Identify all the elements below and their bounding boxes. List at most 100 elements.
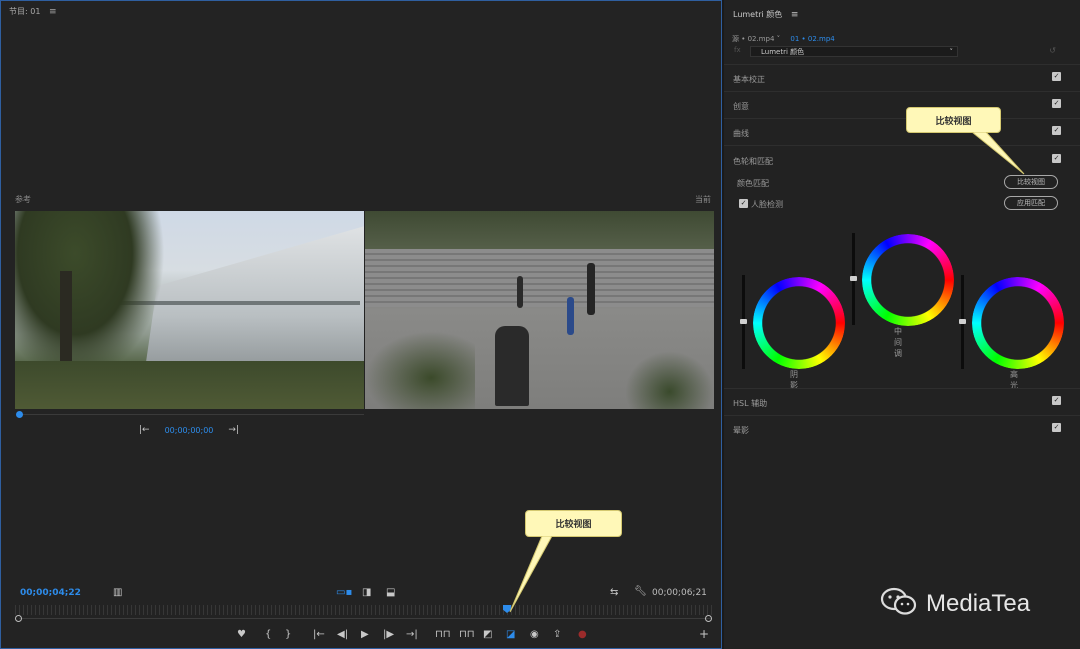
section-label: 基本校正 xyxy=(733,75,765,84)
section-checkbox[interactable]: ✓ xyxy=(1052,72,1061,81)
section-label: 创意 xyxy=(733,102,749,111)
preset-value: Lumetri 颜色 xyxy=(761,48,805,56)
current-frame xyxy=(365,211,714,409)
horizontal-split-icon[interactable]: ⬓ xyxy=(386,588,395,598)
section-checkbox[interactable]: ✓ xyxy=(1052,99,1061,108)
midtones-color-wheel[interactable] xyxy=(862,234,954,326)
chevron-down-icon[interactable]: ˅ xyxy=(777,35,781,43)
program-monitor-title[interactable]: 节目: 01 ≡ xyxy=(9,6,57,17)
chevron-down-icon: ˅ xyxy=(949,48,954,56)
midtones-slider-knob[interactable] xyxy=(850,276,857,281)
section-vignette[interactable]: 晕影 ✓ xyxy=(724,415,1080,442)
midtones-label: 中间调 xyxy=(894,327,902,358)
side-by-side-icon[interactable]: ▭▪ xyxy=(336,588,352,598)
section-color-wheels-match: 色轮和匹配 ✓ 颜色匹配 比较视图 ✓ 人脸检测 应用匹配 阴影 中间调 高光 xyxy=(724,145,1080,390)
lumetri-panel-title[interactable]: Lumetri 颜色 ≡ xyxy=(733,9,798,20)
child xyxy=(567,297,574,335)
person xyxy=(517,276,523,308)
go-to-in-icon[interactable]: |← xyxy=(139,425,150,435)
face-detection-checkbox[interactable]: ✓ xyxy=(739,199,748,208)
tree-canopy xyxy=(15,211,165,381)
step-back-icon[interactable]: ◀| xyxy=(337,630,348,640)
face-detection-label: 人脸检测 xyxy=(751,200,783,209)
hamburger-icon[interactable]: ≡ xyxy=(49,7,57,17)
reference-frame xyxy=(15,211,364,409)
overwrite-icon[interactable]: ⊓⊓ xyxy=(459,630,475,640)
highlights-slider-knob[interactable] xyxy=(959,319,966,324)
reference-playhead[interactable] xyxy=(16,411,23,418)
add-button-icon[interactable]: + xyxy=(699,628,709,640)
wrench-icon[interactable]: 🔧︎ xyxy=(634,587,647,597)
record-icon[interactable]: ● xyxy=(578,630,587,640)
fx-icon[interactable]: fx xyxy=(734,46,741,54)
program-monitor-title-text: 节目: 01 xyxy=(9,7,41,16)
premiere-workspace: 节目: 01 ≡ 参考 当前 |← 00;00;00;00 →| 00;00;0… xyxy=(0,0,1080,649)
section-label[interactable]: 色轮和匹配 xyxy=(733,156,773,167)
marker-icon[interactable]: ♥ xyxy=(237,630,246,640)
duration-timecode: 00;00;06;21 xyxy=(652,588,707,598)
section-checkbox[interactable]: ✓ xyxy=(1052,126,1061,135)
go-to-out-icon[interactable]: →| xyxy=(228,425,239,435)
callout-tail xyxy=(509,536,553,613)
section-checkbox[interactable]: ✓ xyxy=(1052,154,1061,163)
shadows-slider-knob[interactable] xyxy=(740,319,747,324)
current-timecode[interactable]: 00;00;04;22 xyxy=(20,588,81,598)
vertical-split-icon[interactable]: ◨ xyxy=(362,588,371,598)
foreground-plant xyxy=(625,351,714,409)
timeline-start-handle[interactable] xyxy=(15,615,22,622)
callout-compare-view-bottom: 比较视图 xyxy=(525,510,622,537)
apply-match-button[interactable]: 应用匹配 xyxy=(1004,196,1058,210)
fit-icon[interactable]: ▥ xyxy=(113,588,122,598)
reference-timecode[interactable]: 00;00;00;00 xyxy=(165,426,214,435)
source-clip-label[interactable]: 源 • 02.mp4 xyxy=(732,35,774,43)
camera-icon[interactable]: ◉ xyxy=(530,630,539,640)
lift-icon[interactable]: ◩ xyxy=(483,630,492,640)
highlights-color-wheel[interactable] xyxy=(972,277,1064,369)
export-icon[interactable]: ⇪ xyxy=(553,630,561,640)
grass-ground xyxy=(15,361,364,409)
mark-out-icon[interactable]: } xyxy=(285,630,291,640)
effect-preset-select[interactable]: Lumetri 颜色 ˅ xyxy=(750,46,958,57)
lumetri-title-text: Lumetri 颜色 xyxy=(733,10,783,19)
wechat-icon xyxy=(880,587,918,622)
sequence-clip-label[interactable]: 01 • 02.mp4 xyxy=(790,35,834,43)
transport-controls: ♥ { } |← ◀| ▶ |▶ →| ⊓⊓ ⊓⊓ ◩ ◪ ◉ ⇪ ● + xyxy=(233,628,713,644)
insert-icon[interactable]: ⊓⊓ xyxy=(435,630,451,640)
go-to-in-icon[interactable]: |← xyxy=(313,630,325,640)
shadows-color-wheel[interactable] xyxy=(753,277,845,369)
section-hsl-secondary[interactable]: HSL 辅助 ✓ xyxy=(724,388,1080,415)
reference-label: 参考 xyxy=(15,195,31,204)
timeline-bar[interactable] xyxy=(19,618,711,619)
section-label: HSL 辅助 xyxy=(733,399,768,408)
section-label: 曲线 xyxy=(733,129,749,138)
section-checkbox[interactable]: ✓ xyxy=(1052,423,1061,432)
section-basic-correction[interactable]: 基本校正 ✓ xyxy=(724,64,1080,91)
clip-selector[interactable]: 源 • 02.mp4 ˅ 01 • 02.mp4 xyxy=(732,34,835,44)
section-label: 晕影 xyxy=(733,426,749,435)
reset-icon[interactable]: ↺ xyxy=(1049,46,1056,55)
timeline-end-handle[interactable] xyxy=(705,615,712,622)
step-forward-icon[interactable]: |▶ xyxy=(383,630,394,640)
reference-controls: |← 00;00;00;00 →| xyxy=(139,423,239,437)
apply-match-button-label: 应用匹配 xyxy=(1017,199,1045,207)
lumetri-color-panel: Lumetri 颜色 ≡ 源 • 02.mp4 ˅ 01 • 02.mp4 fx… xyxy=(724,0,1080,649)
callout-text: 比较视图 xyxy=(935,116,972,127)
hamburger-icon[interactable]: ≡ xyxy=(791,10,799,20)
compare-view-button[interactable]: 比较视图 xyxy=(1004,175,1058,189)
stairs xyxy=(365,249,714,307)
reference-scrub-bar[interactable] xyxy=(19,414,364,415)
play-icon[interactable]: ▶ xyxy=(361,630,369,640)
section-creative[interactable]: 创意 ✓ xyxy=(724,91,1080,118)
compare-view-icon[interactable]: ◪ xyxy=(506,630,515,640)
watermark: MediaTea xyxy=(880,587,1031,618)
program-monitor: 节目: 01 ≡ 参考 当前 |← 00;00;00;00 →| 00;00;0… xyxy=(0,0,722,649)
person xyxy=(587,263,595,315)
section-checkbox[interactable]: ✓ xyxy=(1052,396,1061,405)
mark-in-icon[interactable]: { xyxy=(265,630,271,640)
time-ruler[interactable] xyxy=(15,605,713,615)
compare-view-button-label: 比较视图 xyxy=(1017,178,1045,186)
swap-icon[interactable]: ⇆ xyxy=(610,588,618,598)
trees-background xyxy=(365,211,714,251)
go-to-out-icon[interactable]: →| xyxy=(406,630,418,640)
watermark-text: MediaTea xyxy=(926,590,1031,617)
